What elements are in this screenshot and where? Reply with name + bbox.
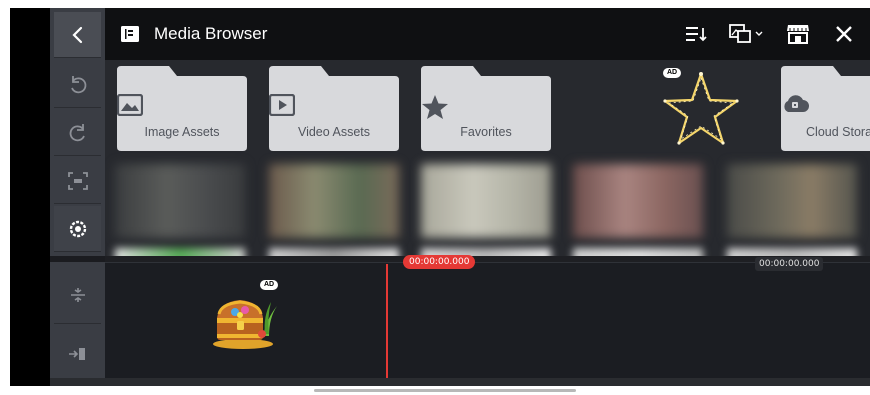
jump-end-icon: [68, 347, 85, 360]
undo-icon: [70, 75, 86, 93]
redo-button[interactable]: [54, 110, 101, 156]
undo-button[interactable]: [54, 62, 101, 108]
capture-button[interactable]: [54, 158, 101, 204]
media-thumbnail[interactable]: [727, 164, 857, 238]
home-indicator[interactable]: [314, 389, 576, 392]
media-thumbnail[interactable]: [573, 164, 703, 238]
redo-icon: [69, 123, 85, 141]
media-type-icon: [729, 24, 763, 43]
sort-button[interactable]: [682, 21, 710, 47]
treasure-chest-ad[interactable]: AD: [207, 280, 281, 350]
bottom-strip: [50, 378, 870, 386]
track-adjust-button[interactable]: [54, 266, 101, 324]
media-grid: Image Assets Video Assets Favorites AD C…: [105, 60, 870, 256]
store-button[interactable]: [784, 21, 812, 47]
star-icon: [422, 95, 448, 119]
folder-label: Cloud Storage: [806, 125, 870, 139]
folder-cloud-storage[interactable]: Cloud Storage: [781, 66, 870, 151]
treasure-chest-icon: [213, 300, 277, 349]
close-button[interactable]: [830, 21, 858, 47]
jump-to-end-button[interactable]: [54, 326, 101, 382]
header-bar: Media Browser: [105, 8, 870, 60]
chevron-left-icon: [71, 26, 82, 43]
folder-label: Favorites: [460, 125, 512, 139]
rail-divider: [50, 256, 105, 262]
sparkle-star-icon: [663, 72, 739, 145]
media-thumbnail[interactable]: [573, 248, 703, 256]
media-thumbnail[interactable]: [115, 248, 245, 256]
image-icon: [117, 94, 143, 116]
playhead[interactable]: [386, 264, 388, 378]
left-toolbar: [50, 8, 105, 386]
sort-icon: [686, 27, 707, 42]
media-thumbnail[interactable]: [727, 248, 857, 256]
ad-badge: AD: [260, 280, 279, 290]
folder-image-assets[interactable]: Image Assets: [117, 66, 247, 151]
media-thumbnail[interactable]: [115, 164, 245, 238]
split-icon: [70, 287, 85, 302]
media-thumbnail[interactable]: [421, 164, 551, 238]
cloud-icon: [784, 95, 809, 112]
media-browser-app: Media Browser Image Assets Video Assets …: [50, 8, 870, 386]
folder-label: Image Assets: [144, 125, 220, 139]
screen-capture-icon: [67, 171, 88, 190]
settings-button[interactable]: [54, 206, 101, 252]
media-thumbnail[interactable]: [269, 164, 399, 238]
media-thumbnail[interactable]: [269, 248, 399, 256]
end-time-badge: 00:00:00.000: [755, 257, 824, 271]
left-edge: [10, 8, 50, 386]
page-title: Media Browser: [154, 24, 268, 43]
video-icon: [269, 94, 295, 116]
folder-video-assets[interactable]: Video Assets: [269, 66, 399, 151]
close-icon: [836, 26, 852, 42]
media-type-dropdown[interactable]: [728, 21, 766, 47]
media-browser-icon: [121, 26, 139, 42]
back-button[interactable]: [54, 12, 101, 58]
playhead-time-badge: 00:00:00.000: [403, 255, 476, 269]
folder-favorites[interactable]: Favorites: [421, 66, 551, 151]
sparkle-star-ad[interactable]: AD: [661, 68, 741, 150]
settings-icon: [69, 220, 86, 237]
ad-badge: AD: [663, 68, 682, 78]
folder-label: Video Assets: [297, 125, 371, 139]
store-icon: [787, 25, 809, 44]
